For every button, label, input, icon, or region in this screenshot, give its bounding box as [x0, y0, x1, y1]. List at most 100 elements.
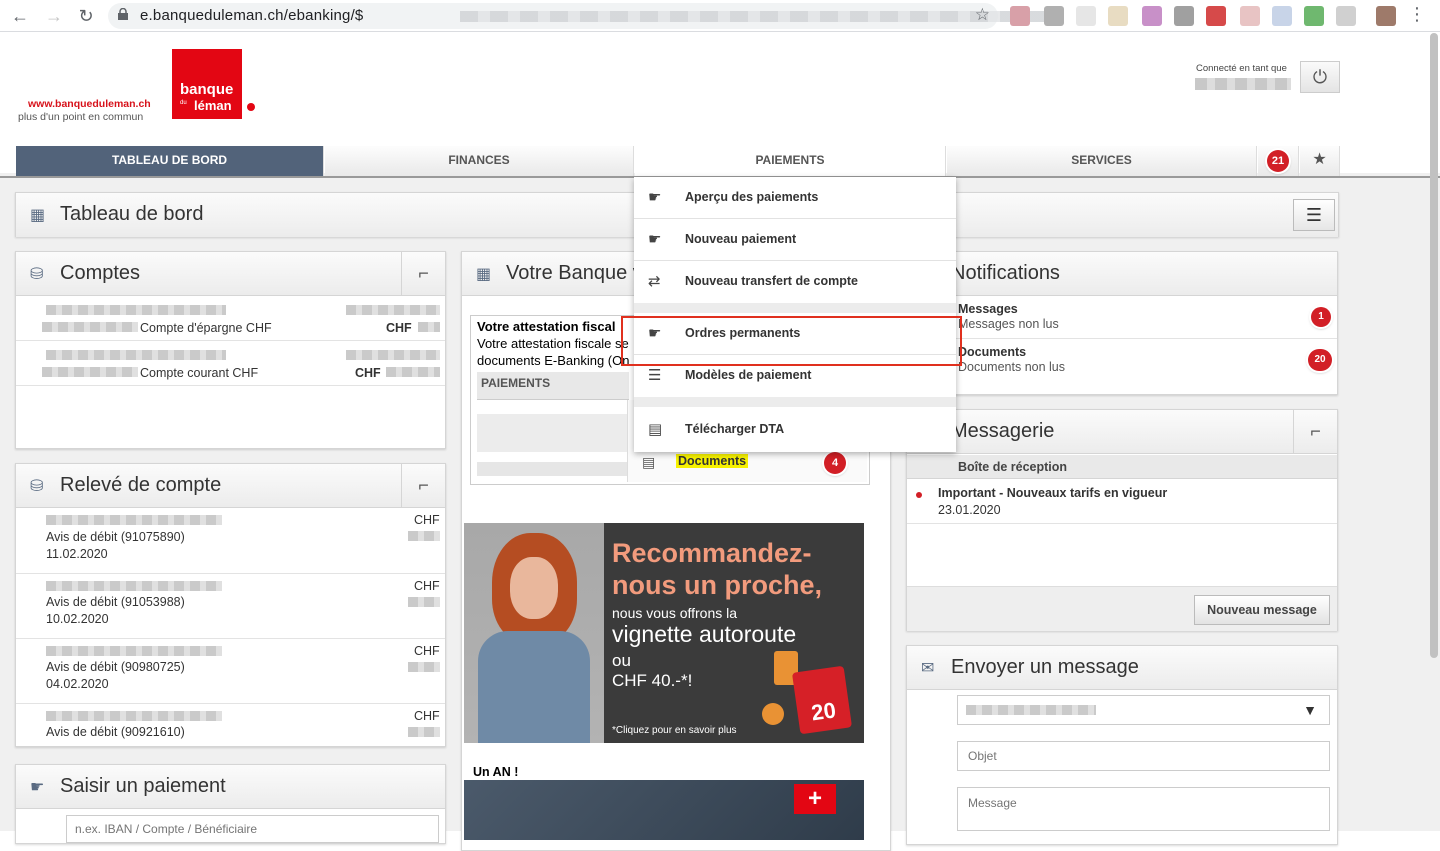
statement-row[interactable]: Avis de débit (90980725) 04.02.2020 CHF: [16, 640, 445, 704]
recipient-redacted: [966, 705, 1096, 715]
page-scrollbar[interactable]: [1430, 33, 1438, 658]
promo-photo: [464, 523, 604, 743]
extension-icon[interactable]: [1336, 6, 1356, 26]
favorites-star-icon[interactable]: ★: [1300, 146, 1340, 176]
inbox-label: Boîte de réception: [958, 460, 1068, 474]
logo-url[interactable]: www.banqueduleman.ch: [28, 98, 151, 110]
statement-row[interactable]: Avis de débit (90921610) CHF: [16, 705, 445, 746]
panel-title: Notifications: [951, 262, 1060, 284]
notifications-counter[interactable]: 21: [1258, 146, 1299, 176]
menu-item-apercu-paiements[interactable]: ☛ Aperçu des paiements: [634, 177, 956, 219]
expand-panel-icon[interactable]: ⌐: [401, 464, 445, 508]
promo-footnote: *Cliquez pour en savoir plus: [612, 725, 737, 736]
extension-icon[interactable]: [1010, 6, 1030, 26]
statement-row[interactable]: Avis de débit (91053988) 10.02.2020 CHF: [16, 575, 445, 639]
coins-icon: ⛁: [30, 266, 44, 283]
lock-icon: [118, 8, 128, 20]
attestation-text: documents E-Banking (On: [477, 353, 630, 368]
notification-row[interactable]: Documents Documents non lus 20: [907, 340, 1337, 382]
notification-sub: Documents non lus: [958, 360, 1066, 374]
statement-currency: CHF: [414, 644, 440, 658]
forward-arrow-icon[interactable]: →: [42, 4, 66, 28]
panel-title: Messagerie: [951, 420, 1055, 442]
bank-logo[interactable]: banque du léman: [172, 49, 242, 119]
account-row[interactable]: Compte courant CHF CHF: [16, 342, 445, 386]
extension-icon[interactable]: [1206, 6, 1226, 26]
profile-avatar[interactable]: [1376, 6, 1396, 26]
reload-icon[interactable]: ↻: [74, 4, 98, 28]
message-row[interactable]: Important - Nouveaux tarifs en vigueur 2…: [907, 480, 1337, 524]
url-text: e.banqueduleman.ch/ebanking/$: [140, 7, 364, 24]
hamburger-menu-icon[interactable]: ☰: [1293, 199, 1335, 231]
dropdown-arrow-icon: ▼: [1303, 702, 1317, 718]
statement-amount-redacted: [408, 597, 440, 607]
promo-text: vignette autoroute: [612, 621, 797, 647]
notification-row[interactable]: Messages Messages non lus 1: [907, 297, 1337, 339]
promo-banner[interactable]: Recommandez-nous un proche, nous vous of…: [464, 523, 864, 743]
inbox-header: Boîte de réception: [907, 455, 1337, 479]
un-an-label: Un AN !: [473, 765, 519, 779]
tab-services[interactable]: SERVICES: [947, 146, 1257, 176]
notifications-panel: Notifications Messages Messages non lus …: [906, 251, 1338, 395]
promo-text: nous vous offrons la: [612, 605, 738, 621]
expand-panel-icon[interactable]: ⌐: [1293, 410, 1337, 454]
statement-iban-redacted: [46, 515, 222, 525]
extension-icon[interactable]: [1174, 6, 1194, 26]
account-balance-redacted: [418, 322, 440, 332]
account-row[interactable]: Compte d'épargne CHF CHF: [16, 297, 445, 341]
documents-icon: ▤: [642, 454, 656, 470]
screenshot-placeholder: [477, 414, 629, 452]
account-currency: CHF: [355, 366, 381, 380]
message-date: 23.01.2020: [938, 503, 1001, 517]
browser-toolbar: ← → ↻ e.banqueduleman.ch/ebanking/$ ☆ ⋮: [0, 0, 1440, 32]
menu-item-telecharger-dta[interactable]: ▤ Télécharger DTA: [634, 409, 956, 451]
recipient-select[interactable]: ▼: [957, 695, 1330, 725]
menu-item-nouveau-transfert[interactable]: ⇄ Nouveau transfert de compte: [634, 261, 956, 303]
logo-text: du: [180, 100, 187, 106]
menu-item-label: Nouveau paiement: [685, 232, 797, 246]
menu-item-nouveau-paiement[interactable]: ☛ Nouveau paiement: [634, 219, 956, 261]
extension-icon[interactable]: [1304, 6, 1324, 26]
statement-iban-redacted: [46, 711, 222, 721]
browser-menu-icon[interactable]: ⋮: [1408, 4, 1426, 25]
tab-tableau-de-bord[interactable]: TABLEAU DE BORD: [16, 146, 324, 176]
panel-title: Saisir un paiement: [60, 775, 226, 797]
logout-power-icon[interactable]: ⏻: [1300, 61, 1340, 93]
statement-row[interactable]: Avis de débit (91075890) 11.02.2020 CHF: [16, 509, 445, 574]
envelope-icon: ✉: [921, 660, 935, 677]
account-name: Compte courant CHF: [140, 366, 259, 380]
logo-tagline: plus d'un point en commun: [18, 111, 144, 123]
message-textarea[interactable]: [957, 787, 1330, 831]
statement-currency: CHF: [414, 709, 440, 723]
panel-title: Comptes: [60, 262, 141, 284]
paiements-dropdown: ☛ Aperçu des paiements ☛ Nouveau paiemen…: [634, 177, 956, 452]
tab-finances[interactable]: FINANCES: [325, 146, 634, 176]
menu-separator: [634, 397, 956, 407]
bookmark-star-icon[interactable]: ☆: [975, 5, 990, 25]
extension-icon[interactable]: [1142, 6, 1162, 26]
back-arrow-icon[interactable]: ←: [8, 4, 32, 28]
subject-input[interactable]: [957, 741, 1330, 771]
extension-icon[interactable]: [1240, 6, 1260, 26]
new-message-button[interactable]: Nouveau message: [1194, 595, 1330, 625]
panel-title: Votre Banque v: [506, 262, 643, 284]
extension-icon[interactable]: [1108, 6, 1128, 26]
expand-panel-icon[interactable]: ⌐: [401, 252, 445, 296]
notification-title: Documents: [958, 345, 1027, 359]
template-stack-icon: ☰: [648, 367, 662, 384]
account-number-redacted: [46, 305, 226, 315]
dashboard-icon: ▦: [476, 266, 492, 283]
promo-banner-2[interactable]: +: [464, 780, 864, 840]
attestation-title: Votre attestation fiscal: [477, 319, 616, 334]
extension-icon[interactable]: [1044, 6, 1064, 26]
extension-icon[interactable]: [1272, 6, 1292, 26]
payment-search-input[interactable]: [66, 815, 439, 843]
tab-paiements[interactable]: PAIEMENTS: [635, 146, 946, 176]
coins-icon: ⛁: [30, 478, 44, 495]
address-bar[interactable]: e.banqueduleman.ch/ebanking/$ ☆: [108, 3, 1050, 29]
extension-icon[interactable]: [1076, 6, 1096, 26]
account-currency: CHF: [386, 321, 412, 335]
statement-date: 04.02.2020: [46, 677, 109, 691]
notification-badge: 20: [1308, 349, 1332, 371]
statement-date: 10.02.2020: [46, 612, 109, 626]
